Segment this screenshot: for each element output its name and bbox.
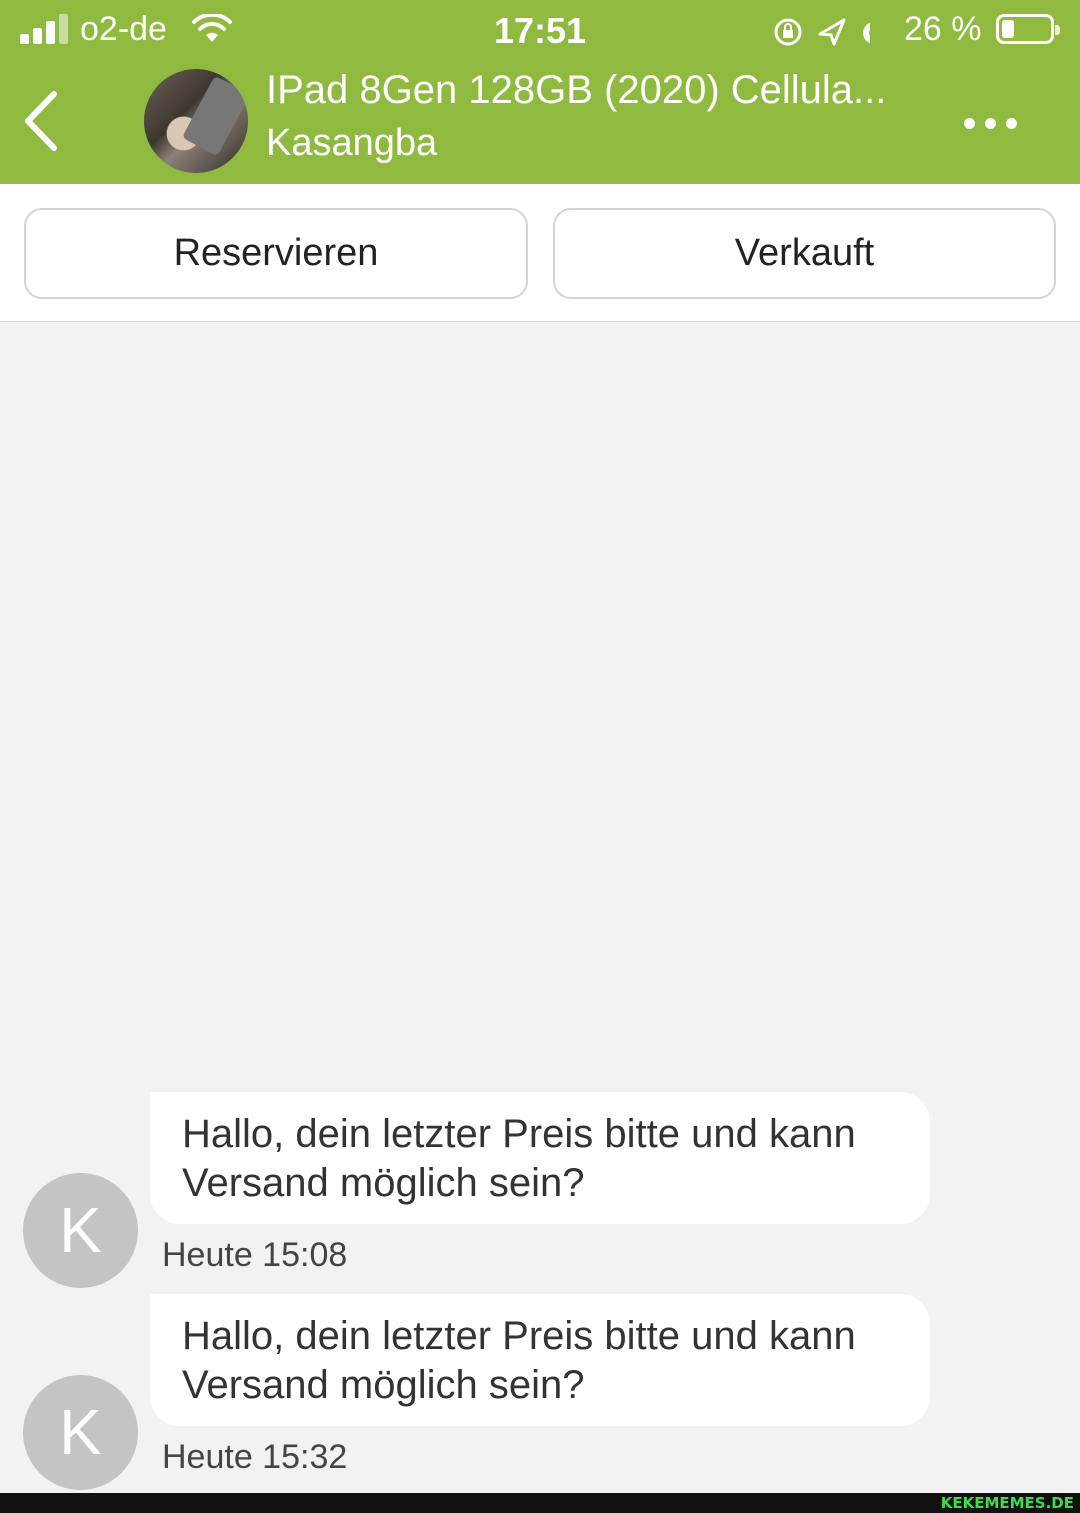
status-bar: o2-de 17:51 26 %: [0, 0, 1080, 60]
avatar[interactable]: K: [23, 1173, 138, 1288]
message-text-line: Versand möglich sein?: [182, 1363, 585, 1407]
sold-button[interactable]: Verkauft: [553, 208, 1056, 299]
action-bar: Reservieren Verkauft: [0, 184, 1080, 322]
status-icons: [774, 18, 870, 46]
avatar[interactable]: K: [23, 1375, 138, 1490]
message-timestamp: Heute 15:32: [162, 1438, 348, 1476]
listing-title[interactable]: IPad 8Gen 128GB (2020) Cellula...: [266, 68, 886, 113]
message-text-line: Hallo, dein letzter Preis bitte und kann: [182, 1314, 856, 1358]
message-text-line: Versand möglich sein?: [182, 1161, 585, 1205]
watermark-bar: KEKEMEMES.DE: [0, 1493, 1080, 1513]
message-text-line: Hallo, dein letzter Preis bitte und kann: [182, 1112, 856, 1156]
listing-thumbnail[interactable]: [144, 69, 248, 173]
message-bubble[interactable]: Hallo, dein letzter Preis bitte und kann…: [150, 1092, 930, 1224]
top-bar: o2-de 17:51 26 % IPad 8Gen 128GB (2020) …: [0, 0, 1080, 184]
message-bubble[interactable]: Hallo, dein letzter Preis bitte und kann…: [150, 1294, 930, 1426]
more-dots-icon[interactable]: [958, 112, 1022, 136]
reserve-button[interactable]: Reservieren: [24, 208, 528, 299]
alarm-icon: [863, 22, 870, 44]
watermark-text: KEKEMEMES.DE: [940, 1494, 1074, 1512]
chevron-left-icon[interactable]: [18, 88, 68, 154]
message-timestamp: Heute 15:08: [162, 1236, 348, 1274]
orientation-lock-icon: [774, 18, 802, 46]
battery-icon: [996, 14, 1060, 44]
location-arrow-icon: [818, 18, 846, 46]
battery-percent: 26 %: [904, 10, 982, 48]
seller-name[interactable]: Kasangba: [266, 122, 437, 165]
